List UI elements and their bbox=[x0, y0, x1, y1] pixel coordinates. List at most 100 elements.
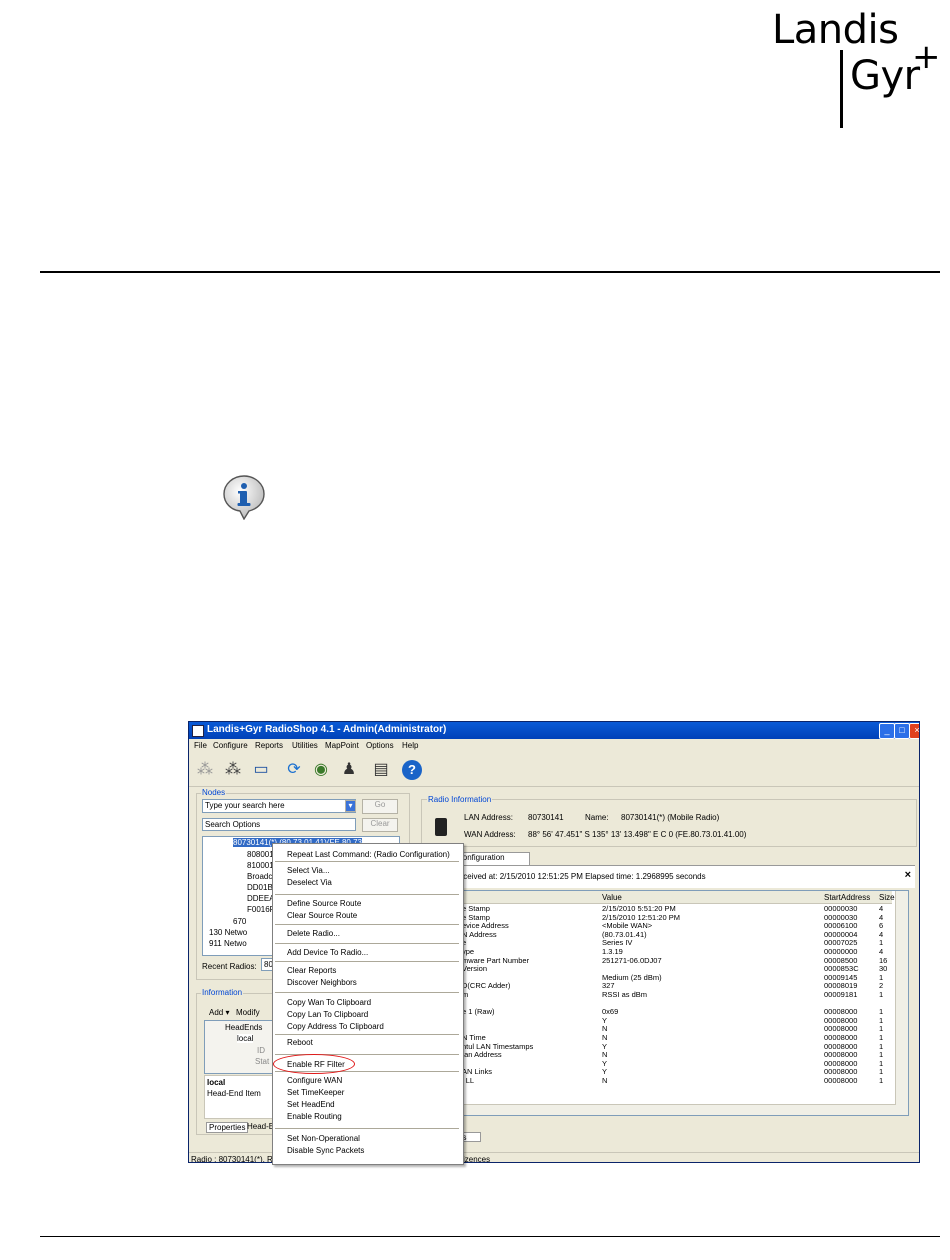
table-cell: Y bbox=[602, 1068, 608, 1077]
search-options-select[interactable]: Search Options bbox=[202, 818, 356, 831]
globe-icon[interactable]: ◉ bbox=[311, 760, 331, 780]
context-menu-item[interactable]: Define Source Route bbox=[287, 899, 361, 908]
tree-item[interactable]: 911 Netwo bbox=[209, 939, 247, 948]
maximize-button[interactable]: □ bbox=[894, 723, 910, 739]
go-button[interactable]: Go bbox=[362, 799, 398, 814]
context-menu-item[interactable]: Copy Wan To Clipboard bbox=[287, 998, 371, 1007]
config-table[interactable]: Value StartAddress Size e Stamp 2/15/2010… bbox=[421, 890, 909, 1116]
menu-configure[interactable]: Configure bbox=[213, 741, 248, 750]
report-icon[interactable]: ▤ bbox=[371, 760, 391, 780]
col-size[interactable]: Size bbox=[879, 893, 895, 902]
add-menu-button[interactable]: Add ▾ bbox=[209, 1008, 229, 1017]
minimize-button[interactable]: _ bbox=[879, 723, 895, 739]
add-network-icon[interactable]: ⁂ bbox=[223, 760, 243, 780]
status-left: Radio : 80730141(*), Re bbox=[191, 1155, 278, 1163]
tree-item[interactable]: 130 Netwo bbox=[209, 928, 247, 937]
info-tree-item[interactable]: ID bbox=[257, 1046, 265, 1055]
users-icon[interactable]: ♟ bbox=[339, 760, 359, 780]
context-menu-item[interactable]: Discover Neighbors bbox=[287, 978, 357, 987]
menu-utilities[interactable]: Utilities bbox=[292, 741, 318, 750]
table-row[interactable]: Medium (25 dBm) 00009145 1 bbox=[422, 973, 892, 983]
table-row[interactable]: ntul LAN Timestamps Y 00008000 1 bbox=[422, 1042, 892, 1052]
refresh-icon[interactable]: ⟳ bbox=[284, 760, 304, 780]
info-tree-item[interactable]: HeadEnds bbox=[225, 1023, 262, 1032]
col-start-address[interactable]: StartAddress bbox=[824, 893, 870, 902]
table-row[interactable]: N 00008000 1 bbox=[422, 1025, 892, 1034]
help-icon[interactable]: ? bbox=[402, 760, 422, 780]
table-cell: 00008000 bbox=[824, 1076, 858, 1085]
close-results-icon[interactable]: × bbox=[905, 869, 911, 881]
menu-mappoint[interactable]: MapPoint bbox=[325, 741, 359, 750]
network-disabled-icon[interactable]: ⁂ bbox=[195, 760, 215, 780]
table-row[interactable]: N Address (80.73.01.41) 00000004 4 bbox=[422, 930, 892, 940]
context-menu-item[interactable]: Add Device To Radio... bbox=[287, 948, 368, 957]
info-tree-item[interactable]: local bbox=[237, 1034, 254, 1043]
menu-help[interactable]: Help bbox=[402, 741, 418, 750]
table-cell: N Time bbox=[462, 1034, 486, 1042]
context-menu-item[interactable]: Clear Reports bbox=[287, 966, 336, 975]
table-cell: N bbox=[602, 1034, 608, 1042]
context-menu-item[interactable]: Enable Routing bbox=[287, 1112, 342, 1121]
context-menu-item[interactable]: Repeat Last Command: (Radio Configuratio… bbox=[287, 850, 450, 859]
table-row[interactable]: ype 1.3.19 00000000 4 bbox=[422, 947, 892, 957]
context-menu-item[interactable]: Configure WAN bbox=[287, 1076, 342, 1085]
table-row[interactable]: N Time N 00008000 1 bbox=[422, 1033, 892, 1043]
menu-bar: File Configure Reports Utilities MapPoin… bbox=[189, 740, 919, 753]
menu-file[interactable]: File bbox=[194, 741, 207, 750]
menu-options[interactable]: Options bbox=[366, 741, 394, 750]
table-row[interactable]: Y 00008000 1 bbox=[422, 1059, 892, 1069]
table-row[interactable]: D(CRC Adder) 327 00008019 2 bbox=[422, 982, 892, 991]
table-row[interactable]: m RSSI as dBm 00009181 1 bbox=[422, 990, 892, 1000]
tab-headend[interactable]: Head-E bbox=[247, 1122, 274, 1131]
horizontal-scrollbar[interactable] bbox=[422, 1104, 896, 1115]
modify-button[interactable]: Modify bbox=[236, 1008, 260, 1017]
information-tree[interactable]: HeadEnds local ID Stat bbox=[204, 1020, 276, 1074]
table-row[interactable]: l LL N 00008000 1 bbox=[422, 1076, 892, 1086]
tab-properties[interactable]: Properties bbox=[206, 1122, 249, 1133]
menu-separator bbox=[275, 1128, 459, 1129]
table-row[interactable]: /an Address N 00008000 1 bbox=[422, 1051, 892, 1060]
table-cell: Y bbox=[602, 1042, 608, 1051]
context-menu-item[interactable]: Clear Source Route bbox=[287, 911, 357, 920]
col-value[interactable]: Value bbox=[602, 893, 622, 902]
tree-item[interactable]: 670 bbox=[233, 917, 246, 926]
context-menu-item[interactable]: Set HeadEnd bbox=[287, 1100, 335, 1109]
tree-item[interactable]: DDEEA bbox=[247, 894, 275, 903]
context-menu-item[interactable]: Set TimeKeeper bbox=[287, 1088, 344, 1097]
menu-reports[interactable]: Reports bbox=[255, 741, 283, 750]
info-tree-item[interactable]: Stat bbox=[255, 1057, 269, 1066]
context-menu-item[interactable]: Set Non-Operational bbox=[287, 1134, 360, 1143]
table-row[interactable]: e Stamp 2/15/2010 12:51:20 PM 00000030 4 bbox=[422, 913, 892, 923]
search-input[interactable]: Type your search here bbox=[202, 799, 356, 813]
context-menu-item[interactable]: Select Via... bbox=[287, 866, 330, 875]
vertical-scrollbar[interactable] bbox=[895, 891, 908, 1115]
table-row[interactable]: mware Part Number 251271-06.0DJ07 00008500… bbox=[422, 956, 892, 966]
context-menu-item[interactable]: Copy Address To Clipboard bbox=[287, 1022, 384, 1031]
context-menu-item[interactable]: Disable Sync Packets bbox=[287, 1146, 364, 1155]
search-dropdown-icon[interactable]: ▾ bbox=[345, 800, 356, 812]
title-bar[interactable]: Landis+Gyr RadioShop 4.1 - Admin(Adminis… bbox=[189, 722, 919, 739]
app-icon bbox=[192, 725, 204, 737]
close-button[interactable]: × bbox=[909, 723, 919, 739]
table-row[interactable]: lY000080001 bbox=[422, 1016, 892, 1026]
menu-separator bbox=[275, 943, 459, 944]
tree-item[interactable]: F0016F bbox=[247, 905, 275, 914]
clear-button[interactable]: Clear bbox=[362, 818, 398, 832]
table-row[interactable]: e 1 (Raw) 0x69 00008000 1 bbox=[422, 1008, 892, 1017]
table-cell: Y bbox=[602, 1016, 608, 1025]
context-menu-item[interactable]: Reboot bbox=[287, 1038, 313, 1047]
header-rule bbox=[40, 271, 940, 273]
table-row[interactable]: Version 0000853C 30 bbox=[422, 965, 892, 974]
table-row[interactable]: e Series IV 00007025 1 bbox=[422, 939, 892, 948]
table-row[interactable]: evice Address <Mobile WAN> 00006100 6 bbox=[422, 922, 892, 931]
context-menu-item[interactable]: Delete Radio... bbox=[287, 929, 340, 938]
context-menu-item[interactable]: Deselect Via bbox=[287, 878, 332, 887]
device-icon[interactable]: ▭ bbox=[251, 760, 271, 780]
table-row[interactable]: AN Links Y 00008000 1 bbox=[422, 1068, 892, 1077]
wan-address-label: WAN Address: bbox=[464, 830, 516, 839]
logo-text-gyr: Gyr bbox=[850, 53, 920, 99]
table-row[interactable]: e Stamp 2/15/2010 5:51:20 PM 00000030 4 bbox=[422, 904, 892, 914]
table-cell: 1.3.19 bbox=[602, 948, 623, 956]
context-menu-item[interactable]: Copy Lan To Clipboard bbox=[287, 1010, 368, 1019]
table-row[interactable] bbox=[422, 1000, 892, 1009]
